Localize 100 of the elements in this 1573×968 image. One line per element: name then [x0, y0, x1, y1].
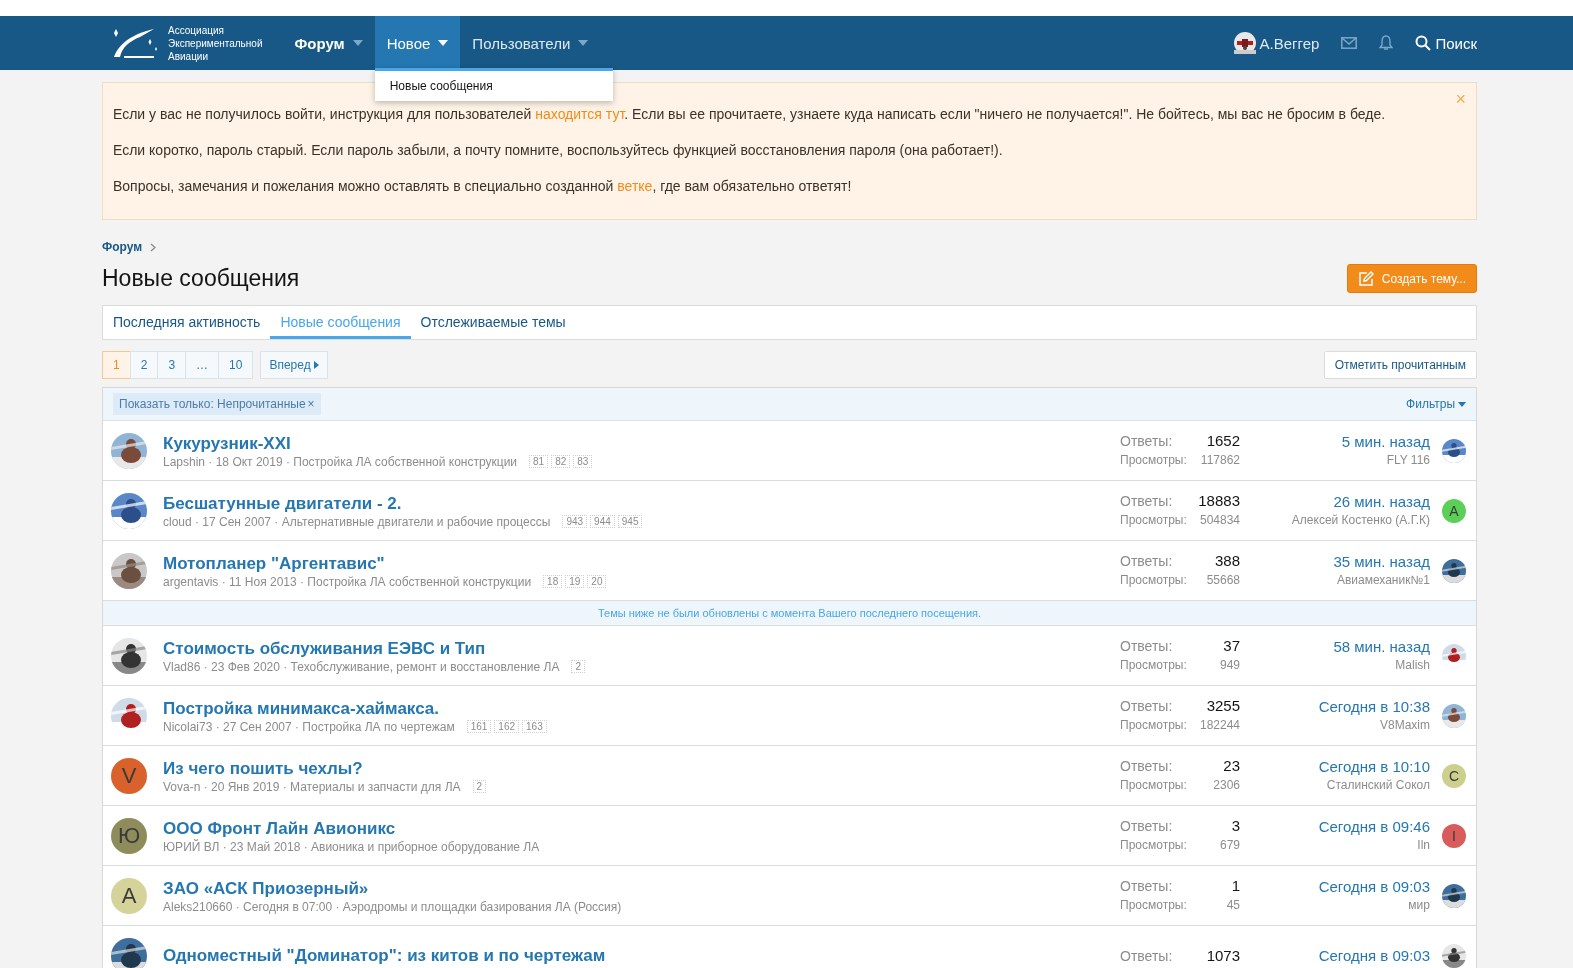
last-poster-link[interactable]: Iln	[1417, 836, 1430, 854]
avatar[interactable]: A	[1442, 498, 1466, 523]
next-page-button[interactable]: Вперед	[260, 351, 328, 379]
tab[interactable]: Новые сообщения	[270, 306, 411, 339]
stat-label: Ответы:	[1120, 552, 1173, 571]
thread-title[interactable]: Одноместный "Доминатор": из китов и по чертежам	[163, 945, 1120, 966]
last-poster-link[interactable]: Сталинский Сокол	[1326, 776, 1430, 794]
page-link[interactable]: 20	[587, 575, 607, 588]
nav-tab[interactable]: Новое	[374, 16, 461, 70]
last-post-time[interactable]: 58 мин. назад	[1333, 637, 1430, 656]
mail-icon[interactable]	[1341, 37, 1358, 49]
thread-meta: cloud · 17 Сен 2007 · Альтернативные двигатели и рабочие процессы	[163, 514, 551, 529]
user-link[interactable]: А.Веггер	[1233, 32, 1320, 54]
reply-count: 3255	[1206, 696, 1240, 715]
last-post-time[interactable]: 35 мин. назад	[1333, 552, 1430, 571]
thread-meta: Aleks210660 · Сегодня в 07:00 · Аэродромы и площадки базирования ЛА (Россия)	[163, 899, 622, 914]
thread-title[interactable]: Кукурузник-XXI	[163, 432, 1120, 454]
page-link[interactable]: 945	[617, 515, 643, 528]
thread-title[interactable]: Из чего пошить чехлы?	[163, 757, 1120, 779]
nav-tab[interactable]: Пользователи	[460, 16, 601, 70]
avatar[interactable]: V	[111, 757, 147, 794]
last-poster-link[interactable]: V8Maxim	[1380, 716, 1430, 734]
page-link[interactable]: 2	[571, 660, 585, 673]
last-post-time[interactable]: 5 мин. назад	[1341, 432, 1430, 451]
stat-label: Ответы:	[1120, 637, 1173, 656]
filter-chip[interactable]: Показать только: Непрочитанные ×	[113, 393, 321, 415]
view-count: 45	[1226, 897, 1240, 914]
page-link[interactable]: 83	[573, 455, 593, 468]
caret-icon	[352, 40, 363, 46]
thread-meta: Vova-n · 20 Янв 2019 · Материалы и запчасти для ЛА	[163, 779, 461, 794]
last-poster-link[interactable]: FLY 116	[1386, 451, 1430, 469]
stat-label: Ответы:	[1120, 877, 1173, 896]
thread-meta: ЮРИЙ ВЛ · 23 Май 2018 · Авионика и приборное оборудование ЛА	[163, 839, 540, 854]
avatar[interactable]: I	[1442, 823, 1466, 848]
page-title: Новые сообщения	[102, 265, 300, 292]
stat-label: Ответы:	[1120, 817, 1173, 836]
reply-count: 388	[1214, 551, 1240, 570]
stat-label: Просмотры:	[1120, 512, 1187, 529]
page-link[interactable]: 10	[218, 351, 254, 379]
stat-label: Ответы:	[1120, 492, 1173, 511]
stat-label: Просмотры:	[1120, 452, 1187, 469]
last-post-time[interactable]: Сегодня в 09:46	[1318, 817, 1430, 836]
notice-text: Вопросы, замечания и пожелания можно оставлять в специально созданной ветке, где вам обязательно ответят!	[113, 177, 853, 195]
page-link[interactable]: 18	[543, 575, 563, 588]
last-post-time[interactable]: Сегодня в 10:10	[1318, 757, 1430, 776]
stat-label: Просмотры:	[1120, 897, 1187, 914]
last-poster-link[interactable]: Алексей Костенко (А.Г.К)	[1291, 511, 1430, 529]
page-link[interactable]: 944	[590, 515, 615, 528]
reply-count: 1	[1231, 876, 1240, 895]
thread-title[interactable]: Постройка минимакса-хаймакса.	[163, 697, 1120, 719]
stat-label: Просмотры:	[1120, 837, 1187, 854]
page-link[interactable]: 2	[472, 780, 487, 793]
page-link[interactable]: 19	[565, 575, 585, 588]
search-button[interactable]: Поиск	[1415, 34, 1477, 52]
avatar[interactable]: C	[1442, 763, 1466, 788]
page-link[interactable]: 163	[522, 720, 547, 733]
stat-label: Просмотры:	[1120, 777, 1187, 794]
notice-text: Если коротко, пароль старый. Если пароль забыли, а почту помните, воспользуйтесь функцией восстановления пароля (она работает!).	[113, 141, 1004, 159]
breadcrumb-link[interactable]: Форум	[102, 240, 143, 254]
page-link[interactable]: 943	[562, 515, 588, 528]
bell-icon[interactable]	[1379, 35, 1394, 51]
thread-title[interactable]: Бесшатунные двигатели - 2.	[163, 492, 1120, 514]
menu-item[interactable]: Новые сообщения	[374, 77, 613, 95]
create-thread-button[interactable]: Создать тему...	[1346, 264, 1477, 293]
site-name[interactable]: Ассоциация Экспериментальной Авиации	[168, 23, 263, 63]
thread-title[interactable]: ООО Фронт Лайн Авионикс	[163, 817, 1120, 839]
mark-read-button[interactable]: Отметить прочитанным	[1323, 351, 1477, 379]
filters-button[interactable]: Фильтры	[1406, 397, 1466, 411]
view-count: 679	[1219, 837, 1240, 854]
page-link[interactable]: 3	[157, 351, 187, 379]
tab[interactable]: Последняя активность	[103, 306, 271, 339]
stat-label: Ответы:	[1120, 432, 1173, 451]
avatar[interactable]: Ю	[111, 817, 147, 854]
last-post-time[interactable]: Сегодня в 09:03	[1318, 946, 1430, 965]
view-count: 504834	[1199, 512, 1240, 529]
page-link[interactable]: 161	[466, 720, 492, 733]
page-link[interactable]: 162	[494, 720, 519, 733]
caret-icon	[438, 40, 449, 46]
page-link[interactable]: …	[185, 351, 220, 379]
page-link[interactable]: 82	[551, 455, 571, 468]
reply-count: 23	[1223, 756, 1240, 775]
last-post-time[interactable]: Сегодня в 09:03	[1318, 877, 1430, 896]
thread-meta: argentavis · 11 Ноя 2013 · Постройка ЛА собственной конструкции	[163, 574, 532, 589]
page-link[interactable]: 81	[529, 455, 549, 468]
avatar[interactable]: A	[111, 877, 147, 914]
last-poster-link[interactable]: мир	[1408, 896, 1430, 914]
last-post-time[interactable]: Сегодня в 10:38	[1318, 697, 1430, 716]
stat-label: Ответы:	[1120, 697, 1173, 716]
last-poster-link[interactable]: Malish	[1395, 656, 1430, 674]
tab[interactable]: Отслеживаемые темы	[410, 306, 576, 339]
caret-icon	[1458, 401, 1466, 407]
thread-title[interactable]: ЗАО «АСК Приозерный»	[163, 877, 1120, 899]
thread-title[interactable]: Стоимость обслуживания ЕЭВС и Тип	[163, 637, 1120, 659]
nav-tab[interactable]: Форум	[282, 16, 375, 70]
last-post-time[interactable]: 26 мин. назад	[1333, 492, 1430, 511]
thread-title[interactable]: Мотопланер "Аргентавис"	[163, 552, 1120, 574]
reply-count: 1073	[1206, 945, 1240, 965]
stat-label: Ответы:	[1120, 757, 1173, 776]
last-poster-link[interactable]: Авиамеханик№1	[1336, 571, 1430, 589]
thread-meta: Nicolai73 · 27 Сен 2007 · Постройка ЛА по чертежам	[163, 719, 455, 734]
